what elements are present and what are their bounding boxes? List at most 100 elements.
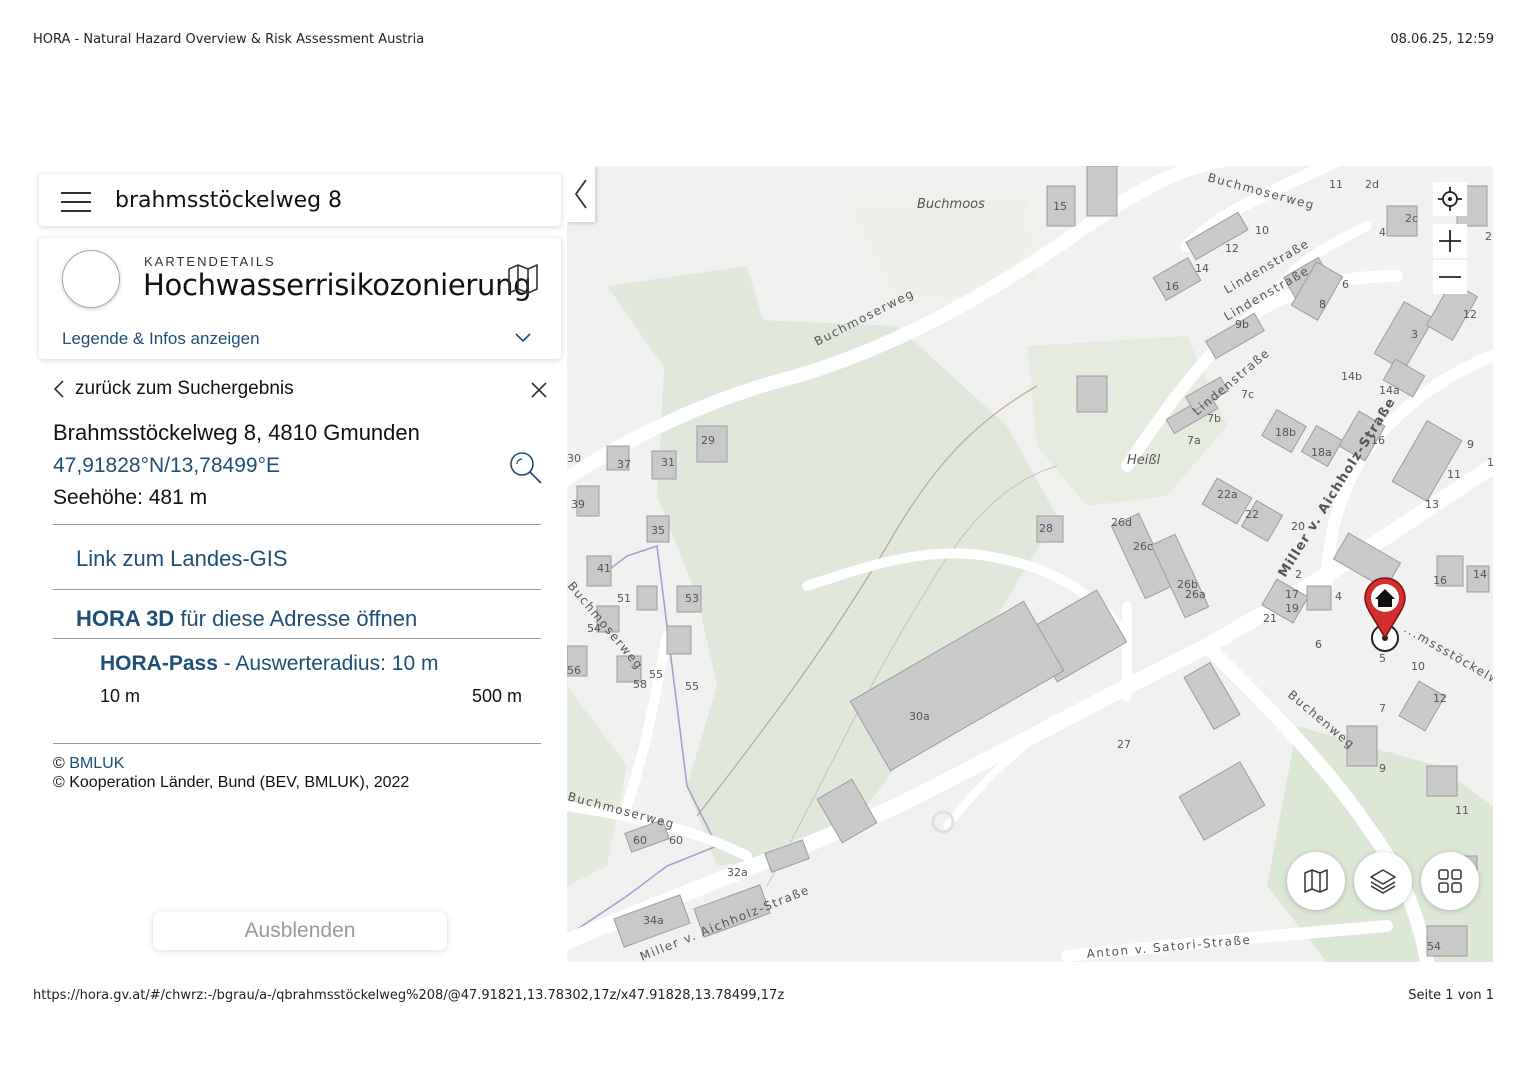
house-number-label: 18a [1311, 446, 1332, 459]
house-number-label: 53 [685, 592, 699, 605]
close-icon[interactable] [530, 381, 548, 399]
house-number-label: 14 [1473, 568, 1487, 581]
house-number-label: 60 [633, 834, 647, 847]
house-number-label: 37 [617, 458, 631, 471]
house-number-label: 17 [1285, 588, 1299, 601]
print-footer: https://hora.gv.at/#/chwrz:-/bgrau/a-/qb… [33, 988, 1494, 1003]
basemap-button[interactable] [1287, 852, 1345, 910]
house-number-label: 2d [1365, 178, 1379, 191]
house-number-label: 14 [1195, 262, 1209, 275]
zoom-out-button[interactable] [1433, 260, 1467, 294]
grid-icon [1438, 869, 1462, 893]
house-number-label: 55 [649, 668, 663, 681]
hora-pass-title: HORA-Pass - Auswerteradius: 10 m [100, 652, 438, 676]
credits-prefix: © [53, 755, 70, 772]
divider [53, 524, 541, 525]
divider [53, 589, 541, 590]
house-number-label: 31 [661, 456, 675, 469]
house-number-label: 60 [669, 834, 683, 847]
house-number-label: 28 [1039, 522, 1053, 535]
back-to-results[interactable]: zurück zum Suchergebnis [53, 378, 294, 400]
zoom-in-icon [1439, 230, 1461, 252]
house-number-label: 58 [633, 678, 647, 691]
house-number-label: 15 [1053, 200, 1067, 213]
map-place-label: Buchmoos [917, 197, 985, 212]
house-number-label: 9 [1467, 438, 1474, 451]
divider [53, 638, 541, 639]
house-number-label: 12 [1433, 692, 1447, 705]
hide-button[interactable]: Ausblenden [153, 912, 447, 950]
house-number-label: 12 [1463, 308, 1477, 321]
chevron-left-icon [53, 380, 64, 398]
house-number-label: 11 [1447, 468, 1461, 481]
house-number-label: 20 [1291, 520, 1305, 533]
house-number-label: 26a [1185, 588, 1206, 601]
house-number-label: 30a [909, 710, 930, 723]
landes-gis-link[interactable]: Link zum Landes-GIS [76, 546, 288, 572]
credits-line2: © Kooperation Länder, Bund (BEV, BMLUK),… [53, 774, 410, 791]
map-icon [1304, 869, 1328, 893]
house-number-label: 11 [1455, 804, 1469, 817]
chevron-left-icon [574, 179, 587, 209]
print-datetime: 08.06.25, 12:59 [1390, 32, 1494, 47]
house-number-label: 2c [1405, 212, 1418, 225]
hora3d-text: für diese Adresse öffnen [174, 606, 418, 631]
house-number-label: 13 [1425, 498, 1439, 511]
house-number-label: 2 [1485, 230, 1492, 243]
house-number-label: 7a [1187, 434, 1201, 447]
house-number-label: 4 [1335, 590, 1342, 603]
house-number-label: 9b [1235, 318, 1249, 331]
house-number-label: 29 [701, 434, 715, 447]
menu-icon[interactable] [61, 192, 91, 212]
house-number-label: 41 [597, 562, 611, 575]
credits: © BMLUK © Kooperation Länder, Bund (BEV,… [53, 754, 409, 792]
address: Brahmsstöckelweg 8, 4810 Gmunden [53, 420, 420, 445]
house-number-label: 16 [1165, 280, 1179, 293]
hora3d-link[interactable]: HORA 3D für diese Adresse öffnen [76, 606, 417, 632]
house-number-label: 7c [1241, 388, 1254, 401]
basemap: Buchmoserweg Buchmoserweg Buchmoserweg L… [567, 166, 1493, 962]
house-number-label: 16 [1433, 574, 1447, 587]
search-bar: brahmsstöckelweg 8 [39, 174, 561, 226]
collapse-sidebar-button[interactable] [567, 166, 595, 222]
house-number-label: 26d [1111, 516, 1132, 529]
house-number-label: 2 [1295, 568, 1302, 581]
house-number-label: 6 [1342, 278, 1349, 291]
print-page-number: Seite 1 von 1 [1408, 988, 1494, 1003]
bmluk-link[interactable]: BMLUK [69, 755, 124, 772]
house-number-label: 11 [1329, 178, 1343, 191]
map-icon[interactable] [506, 262, 540, 296]
layers-icon [1370, 869, 1396, 894]
chevron-down-icon[interactable] [514, 332, 532, 344]
house-number-label: 56 [567, 664, 581, 677]
print-title: HORA - Natural Hazard Overview & Risk As… [33, 32, 425, 47]
print-url: https://hora.gv.at/#/chwrz:-/bgrau/a-/qb… [33, 988, 785, 1003]
house-number-label: 4 [1379, 226, 1386, 239]
print-header: HORA - Natural Hazard Overview & Risk As… [33, 32, 1494, 47]
apps-button[interactable] [1421, 852, 1479, 910]
house-number-label: 55 [685, 680, 699, 693]
house-number-label: 10 [1255, 224, 1269, 237]
coordinates[interactable]: 47,91828°N/13,78499°E [53, 454, 280, 478]
house-number-label: 3 [1411, 328, 1418, 341]
map-canvas[interactable]: Buchmoserweg Buchmoserweg Buchmoserweg L… [567, 166, 1493, 962]
house-number-label: 7b [1207, 412, 1221, 425]
zoom-in-button[interactable] [1433, 224, 1467, 258]
search-icon[interactable] [508, 450, 544, 486]
map-thumbnail[interactable] [62, 250, 120, 308]
divider [53, 743, 541, 744]
house-number-label: 11 [1487, 456, 1493, 469]
map-place-label: Heißl [1127, 453, 1161, 468]
legend-toggle[interactable]: Legende & Infos anzeigen [62, 329, 260, 349]
radius-max-label: 500 m [472, 686, 523, 706]
search-input[interactable]: brahmsstöckelweg 8 [115, 188, 342, 213]
sidebar: brahmsstöckelweg 8 KARTENDETAILS Hochwas… [33, 166, 567, 962]
house-number-label: 26c [1133, 540, 1153, 553]
house-number-label: 39 [571, 498, 585, 511]
house-number-label: 54 [1427, 940, 1441, 953]
hora-pass-radius: - Auswerteradius: 10 m [217, 652, 439, 675]
layers-button[interactable] [1354, 852, 1412, 910]
home-marker-icon[interactable] [1363, 576, 1407, 656]
locate-button[interactable] [1433, 182, 1467, 216]
altitude: Seehöhe: 481 m [53, 486, 208, 509]
